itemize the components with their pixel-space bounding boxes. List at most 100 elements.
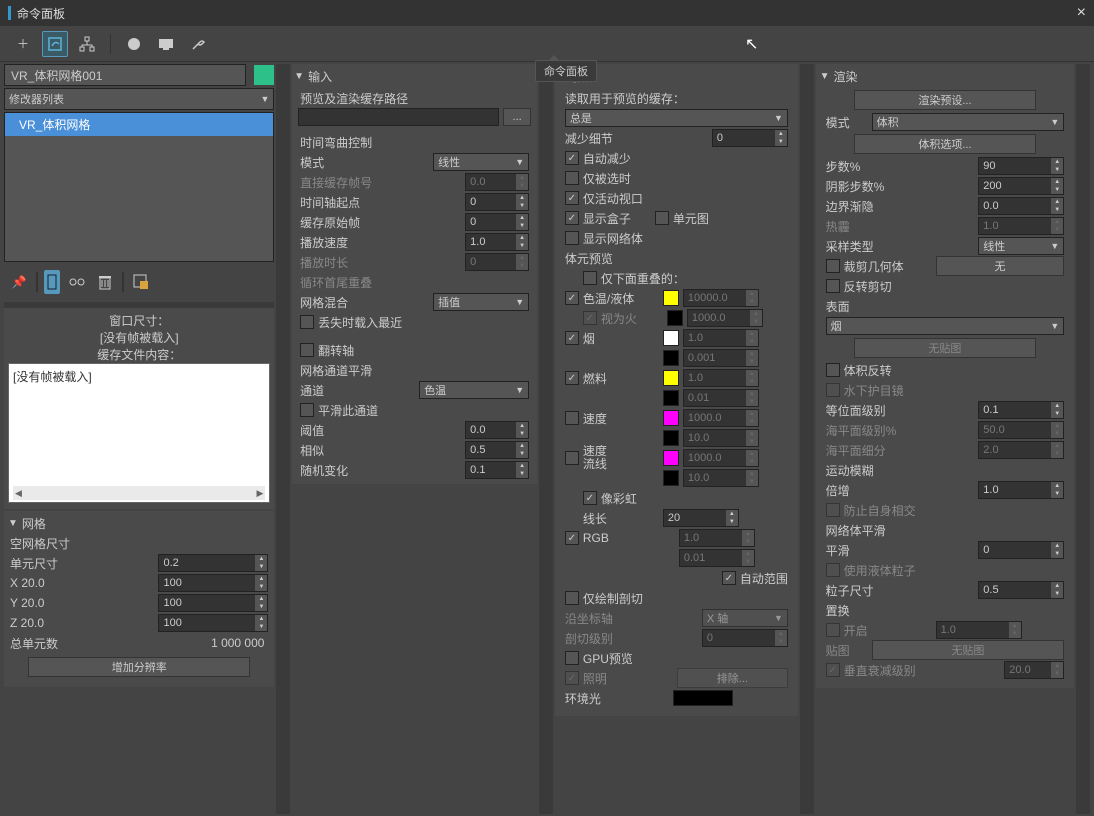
- unit-map-checkbox[interactable]: [655, 211, 669, 225]
- particle-size-spinner[interactable]: 0.5▲▼: [978, 581, 1064, 599]
- speed-checkbox[interactable]: [565, 411, 579, 425]
- volume-invert-checkbox[interactable]: [826, 363, 840, 377]
- direct-cache-spinner: 0.0▲▼: [465, 173, 529, 191]
- invert-clip-checkbox[interactable]: [826, 279, 840, 293]
- underwater-checkbox: [826, 383, 840, 397]
- smoke-swatch1[interactable]: [663, 330, 679, 346]
- modifier-list-dropdown[interactable]: 修改器列表▼: [4, 88, 274, 110]
- render-section-header[interactable]: ▼渲染: [820, 66, 1071, 86]
- smooth-this-checkbox[interactable]: [300, 403, 314, 417]
- input-section-header[interactable]: ▼输入: [294, 66, 535, 86]
- make-unique-icon[interactable]: [66, 271, 88, 293]
- create-tab-icon[interactable]: ＋: [10, 31, 36, 57]
- temp-liquid-swatch[interactable]: [663, 290, 679, 306]
- x-spinner[interactable]: 100▲▼: [158, 574, 268, 592]
- smooth-spinner[interactable]: 0▲▼: [978, 541, 1064, 559]
- object-color-swatch[interactable]: [254, 65, 274, 85]
- multiplier-label: 倍增: [826, 482, 975, 499]
- texture-label: 贴图: [826, 642, 868, 659]
- z-spinner[interactable]: 100▲▼: [158, 614, 268, 632]
- volume-options-button[interactable]: 体积选项...: [854, 134, 1037, 154]
- reduce-detail-spinner[interactable]: 0▲▼: [712, 129, 788, 147]
- ocean-level-label: 海平面级别%: [826, 422, 975, 439]
- show-box-checkbox[interactable]: [565, 211, 579, 225]
- fuel-swatch2[interactable]: [663, 390, 679, 406]
- surface-dropdown[interactable]: 烟▼: [826, 317, 1065, 335]
- stream-swatch2[interactable]: [663, 470, 679, 486]
- lose-load-checkbox[interactable]: [300, 315, 314, 329]
- line-length-spinner[interactable]: 20▲▼: [663, 509, 739, 527]
- shadow-steps-spinner[interactable]: 200▲▼: [978, 177, 1064, 195]
- pin-icon[interactable]: 📌: [8, 271, 30, 293]
- fuel-swatch1[interactable]: [663, 370, 679, 386]
- read-cache-dropdown[interactable]: 总是▼: [565, 109, 788, 127]
- iso-level-spinner[interactable]: 0.1▲▼: [978, 401, 1064, 419]
- auto-range-checkbox[interactable]: [722, 571, 736, 585]
- similar-spinner[interactable]: 0.5▲▼: [465, 441, 529, 459]
- hierarchy-tab-icon[interactable]: [74, 31, 100, 57]
- speed-swatch2[interactable]: [663, 430, 679, 446]
- show-end-result-icon[interactable]: [44, 270, 60, 294]
- speed-stream-checkbox[interactable]: [565, 451, 579, 465]
- clip-geometry-checkbox[interactable]: [826, 259, 840, 273]
- rainbow-checkbox[interactable]: [583, 491, 597, 505]
- multiplier-spinner[interactable]: 1.0▲▼: [978, 481, 1064, 499]
- render-mode-dropdown[interactable]: 体积▼: [872, 113, 1065, 131]
- unit-size-spinner[interactable]: 0.2▲▼: [158, 554, 268, 572]
- modifier-stack[interactable]: VR_体积网格: [4, 112, 274, 262]
- speed-label: 速度: [583, 410, 659, 427]
- only-draw-cut-checkbox[interactable]: [565, 591, 579, 605]
- temp-liquid-checkbox[interactable]: [565, 291, 579, 305]
- clip-none-button[interactable]: 无: [936, 256, 1065, 276]
- render-preset-button[interactable]: 渲染预设...: [854, 90, 1037, 110]
- grid-section-header[interactable]: ▼网格: [8, 513, 270, 533]
- speed-stream-label: 速度流线: [583, 445, 659, 471]
- horizontal-scrollbar[interactable]: ◀▶: [13, 486, 265, 500]
- close-icon[interactable]: ×: [1077, 4, 1086, 22]
- increase-resolution-button[interactable]: 增加分辨率: [28, 657, 250, 677]
- grid-blend-dropdown[interactable]: 插值▼: [433, 293, 529, 311]
- play-speed-spinner[interactable]: 1.0▲▼: [465, 233, 529, 251]
- y-spinner[interactable]: 100▲▼: [158, 594, 268, 612]
- auto-reduce-checkbox[interactable]: [565, 151, 579, 165]
- modifier-toolbar: 📌: [4, 264, 274, 300]
- smoke-swatch2[interactable]: [663, 350, 679, 366]
- rgb-checkbox[interactable]: [565, 531, 579, 545]
- mode-dropdown[interactable]: 线性▼: [433, 153, 529, 171]
- object-name-field[interactable]: VR_体积网格001: [4, 64, 246, 86]
- stream-swatch1[interactable]: [663, 450, 679, 466]
- flip-axis-checkbox[interactable]: [300, 343, 314, 357]
- only-below-checkbox[interactable]: [583, 271, 597, 285]
- delete-modifier-icon[interactable]: [94, 271, 116, 293]
- browse-button[interactable]: ...: [503, 108, 531, 126]
- auto-range-label: 自动范围: [740, 570, 788, 587]
- fuel-checkbox[interactable]: [565, 371, 579, 385]
- gpu-preview-checkbox[interactable]: [565, 651, 579, 665]
- iso-level-label: 等位面级别: [826, 402, 975, 419]
- modifier-item[interactable]: VR_体积网格: [5, 113, 273, 136]
- boundary-fade-spinner[interactable]: 0.0▲▼: [978, 197, 1064, 215]
- vertical-fade-label: 垂直衰减级别: [844, 662, 1001, 679]
- smoke-checkbox[interactable]: [565, 331, 579, 345]
- auto-reduce-label: 自动减少: [583, 150, 788, 167]
- only-selected-checkbox[interactable]: [565, 171, 579, 185]
- cache-path-field[interactable]: [298, 108, 499, 126]
- show-grid-body-checkbox[interactable]: [565, 231, 579, 245]
- cache-original-spinner[interactable]: 0▲▼: [465, 213, 529, 231]
- configure-modifier-icon[interactable]: [130, 271, 152, 293]
- modify-tab-icon[interactable]: [42, 31, 68, 57]
- sample-type-dropdown[interactable]: 线性▼: [978, 237, 1064, 255]
- channel-dropdown[interactable]: 色温▼: [419, 381, 529, 399]
- threshold-spinner[interactable]: 0.0▲▼: [465, 421, 529, 439]
- ambient-swatch[interactable]: [673, 690, 733, 706]
- speed-swatch1[interactable]: [663, 410, 679, 426]
- steps-spinner[interactable]: 90▲▼: [978, 157, 1064, 175]
- motion-tab-icon[interactable]: [121, 31, 147, 57]
- display-tab-icon[interactable]: [153, 31, 179, 57]
- only-viewport-checkbox[interactable]: [565, 191, 579, 205]
- utilities-tab-icon[interactable]: [185, 31, 211, 57]
- cache-content-textarea[interactable]: [没有帧被载入] ◀▶: [8, 363, 270, 503]
- vertical-fade-checkbox: [826, 663, 840, 677]
- timeline-start-spinner[interactable]: 0▲▼: [465, 193, 529, 211]
- random-change-spinner[interactable]: 0.1▲▼: [465, 461, 529, 479]
